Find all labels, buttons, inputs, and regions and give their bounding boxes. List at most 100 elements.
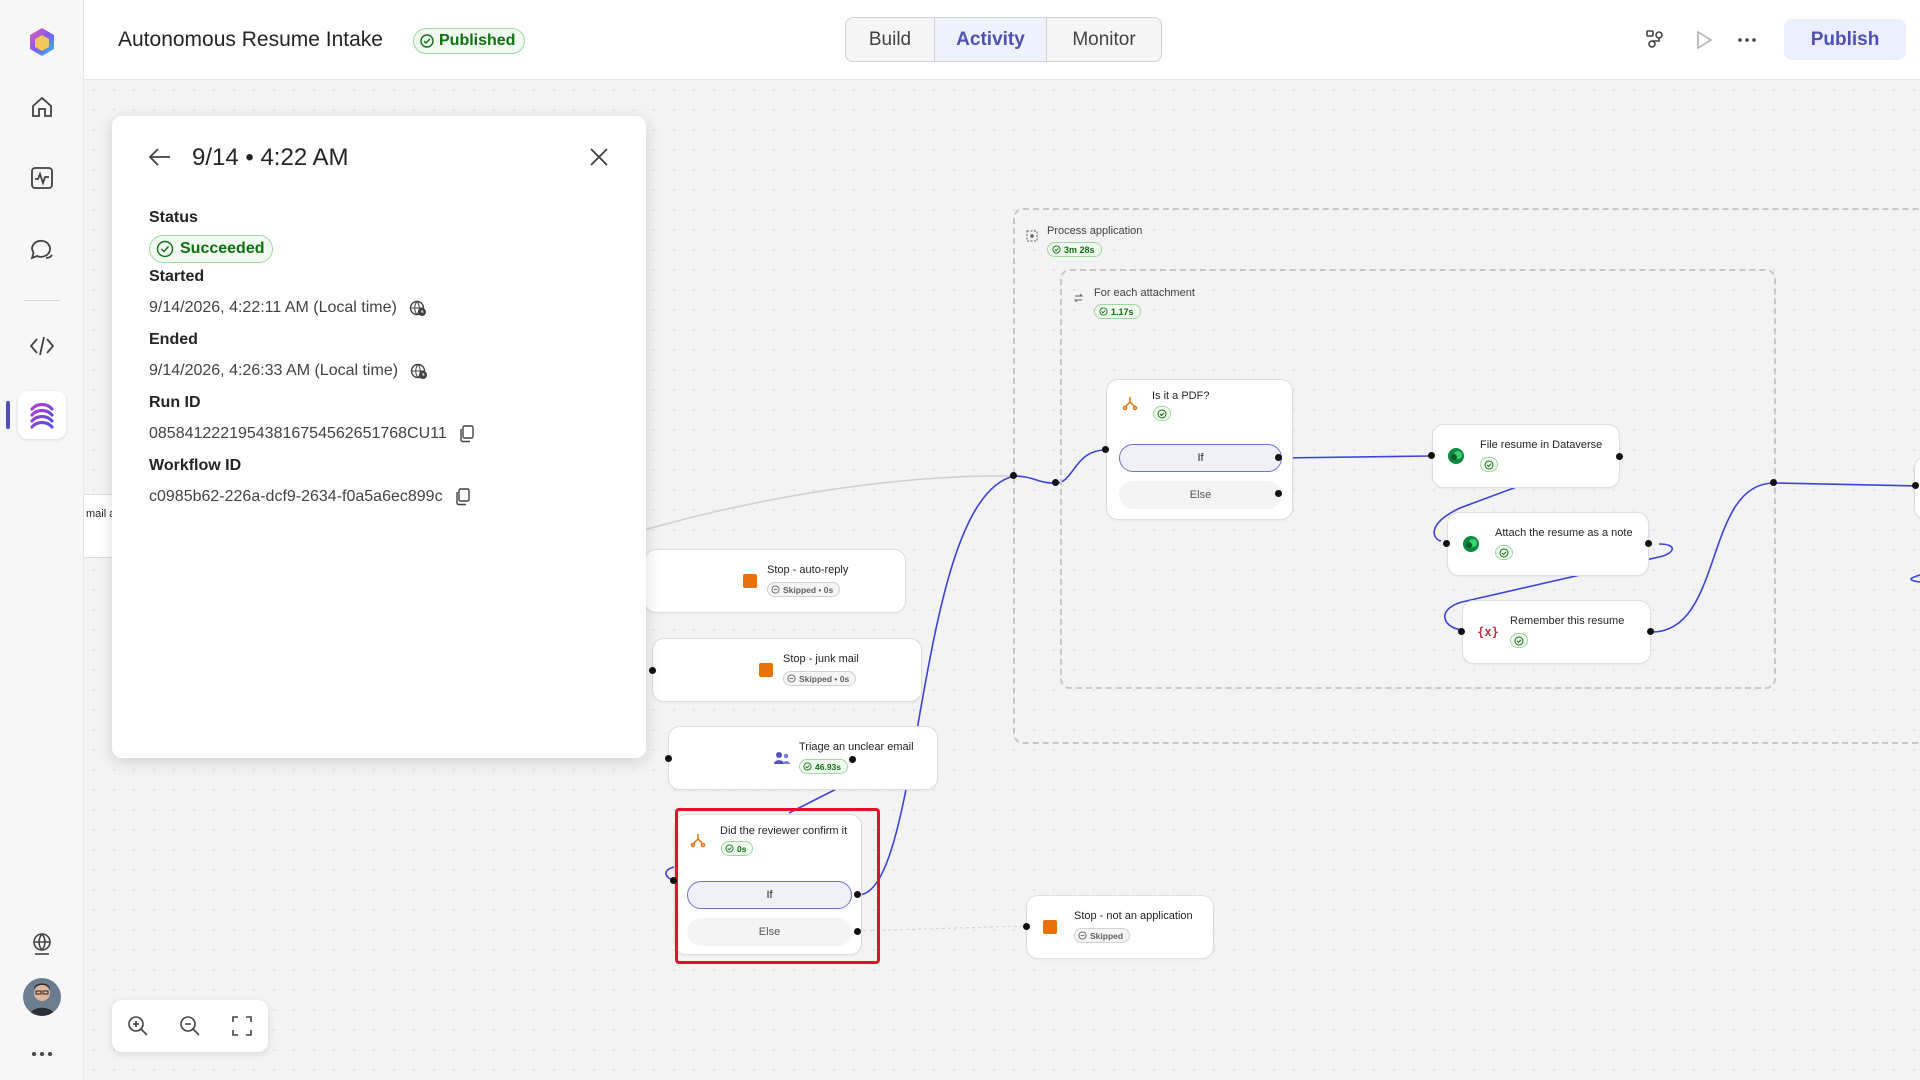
- file-resume-node[interactable]: File resume in Dataverse: [1432, 424, 1620, 488]
- attach-note-label: Attach the resume as a note: [1495, 527, 1633, 539]
- connector-dot: [854, 928, 861, 935]
- process-duration-text: 3m 28s: [1064, 244, 1095, 255]
- tab-monitor[interactable]: Monitor: [1047, 18, 1161, 61]
- process-duration-badge: 3m 28s: [1047, 242, 1102, 257]
- skipped-icon: [787, 674, 796, 683]
- stop-junk-node[interactable]: Stop - junk mail Skipped • 0s: [652, 638, 922, 702]
- connector-dot: [1616, 453, 1623, 460]
- more-icon[interactable]: [18, 1030, 66, 1078]
- connector-dot: [1275, 490, 1282, 497]
- remember-label: Remember this resume: [1510, 615, 1625, 627]
- close-icon[interactable]: [588, 146, 610, 173]
- activity-icon[interactable]: [18, 154, 66, 202]
- rail-active-indicator: [6, 401, 10, 429]
- run-title: 9/14 • 4:22 AM: [192, 144, 349, 171]
- connector-dot: [1443, 540, 1450, 547]
- stop-autoreply-label: Stop - auto-reply: [767, 564, 849, 576]
- workflow-id-label: Workflow ID: [149, 457, 242, 474]
- check-circle-icon: [1514, 636, 1524, 645]
- workflow-id-value: c0985b62-226a-dcf9-2634-f0a5a6ec899c: [149, 488, 443, 505]
- file-resume-status: [1480, 457, 1498, 472]
- more-options-icon[interactable]: [1734, 27, 1760, 53]
- triage-status: 46.93s: [799, 759, 848, 774]
- back-arrow-icon[interactable]: [148, 146, 172, 173]
- publish-button[interactable]: Publish: [1784, 19, 1906, 60]
- globe-icon[interactable]: [18, 920, 66, 968]
- stop-autoreply-status-text: Skipped • 0s: [783, 584, 834, 595]
- share-icon[interactable]: [1643, 27, 1669, 53]
- flow-icon[interactable]: [18, 391, 66, 439]
- connector-dot: [1647, 628, 1654, 635]
- run-status-badge: Succeeded: [149, 235, 274, 263]
- connector-dot: [849, 756, 856, 763]
- clipped-node[interactable]: mail a: [84, 494, 115, 558]
- stop-icon: [757, 661, 775, 679]
- skipped-icon: [1078, 931, 1087, 940]
- run-details-panel: 9/14 • 4:22 AM Status Succeeded Started …: [112, 116, 646, 758]
- copilot-logo-icon[interactable]: [18, 18, 66, 66]
- connector-dot: [1010, 472, 1017, 479]
- run-id-label: Run ID: [149, 394, 201, 411]
- clock-globe-icon[interactable]: [410, 362, 428, 380]
- copy-icon[interactable]: [455, 488, 471, 506]
- started-label: Started: [149, 268, 205, 285]
- triage-label: Triage an unclear email: [799, 741, 914, 753]
- check-circle-icon: [1052, 245, 1061, 254]
- connector-dot: [1912, 482, 1919, 489]
- stop-icon: [1041, 918, 1059, 936]
- condition-icon: [1121, 394, 1139, 412]
- scope-icon: [1026, 230, 1038, 242]
- attach-note-status: [1495, 545, 1513, 560]
- stop-not-application-status: Skipped: [1074, 928, 1131, 943]
- copy-icon[interactable]: [459, 425, 475, 443]
- home-icon[interactable]: [18, 83, 66, 131]
- is-pdf-label: Is it a PDF?: [1152, 390, 1210, 402]
- for-each-label: For each attachment: [1094, 287, 1195, 299]
- is-pdf-condition-node[interactable]: Is it a PDF? If Else: [1106, 379, 1293, 520]
- code-icon[interactable]: [18, 322, 66, 370]
- skipped-icon: [771, 585, 780, 594]
- is-pdf-else-branch[interactable]: Else: [1119, 481, 1282, 509]
- run-id-field: 08584122219543816754562651768CU11: [149, 425, 475, 443]
- ended-field: 9/14/2026, 4:26:33 AM (Local time): [149, 362, 428, 380]
- tab-activity[interactable]: Activity: [935, 18, 1047, 61]
- zoom-controls: [112, 1000, 268, 1052]
- process-application-label: Process application: [1047, 225, 1143, 237]
- file-resume-label: File resume in Dataverse: [1480, 439, 1603, 451]
- zoom-out-icon[interactable]: [175, 1011, 205, 1041]
- triage-node[interactable]: Triage an unclear email 46.93s: [668, 726, 938, 790]
- is-pdf-if-branch[interactable]: If: [1119, 444, 1282, 472]
- status-badge-label: Published: [439, 32, 516, 49]
- stop-junk-status: Skipped • 0s: [783, 671, 857, 686]
- stop-autoreply-node[interactable]: Stop - auto-reply Skipped • 0s: [644, 549, 906, 613]
- zoom-in-icon[interactable]: [123, 1011, 153, 1041]
- avatar[interactable]: [23, 978, 61, 1016]
- rail-divider: [24, 300, 60, 301]
- connector-dot: [1428, 452, 1435, 459]
- people-icon: [773, 749, 791, 767]
- is-pdf-status: [1153, 406, 1171, 421]
- stop-not-application-node[interactable]: Stop - not an application Skipped: [1026, 895, 1214, 959]
- variable-icon: {x}: [1477, 625, 1499, 639]
- play-icon[interactable]: [1691, 27, 1717, 53]
- clock-globe-icon[interactable]: [409, 299, 427, 317]
- stop-not-application-label: Stop - not an application: [1074, 910, 1193, 922]
- connector-dot: [1645, 540, 1652, 547]
- foreach-duration-badge: 1.17s: [1094, 304, 1141, 319]
- fit-to-screen-icon[interactable]: [227, 1011, 257, 1041]
- remember-resume-node[interactable]: {x} Remember this resume: [1462, 600, 1651, 664]
- chat-icon[interactable]: [18, 226, 66, 274]
- left-rail: [0, 0, 84, 1080]
- remember-status: [1510, 633, 1528, 648]
- started-value: 9/14/2026, 4:22:11 AM (Local time): [149, 299, 397, 316]
- ended-label: Ended: [149, 331, 198, 348]
- connector-dot: [649, 667, 656, 674]
- triage-status-text: 46.93s: [815, 761, 841, 772]
- attach-note-node[interactable]: Attach the resume as a note: [1447, 512, 1649, 576]
- check-circle-icon: [1484, 460, 1494, 469]
- tab-build[interactable]: Build: [846, 18, 935, 61]
- stop-junk-status-text: Skipped • 0s: [799, 673, 850, 684]
- status-label: Status: [149, 209, 198, 226]
- page-title: Autonomous Resume Intake: [118, 28, 383, 51]
- connector-dot: [1770, 479, 1777, 486]
